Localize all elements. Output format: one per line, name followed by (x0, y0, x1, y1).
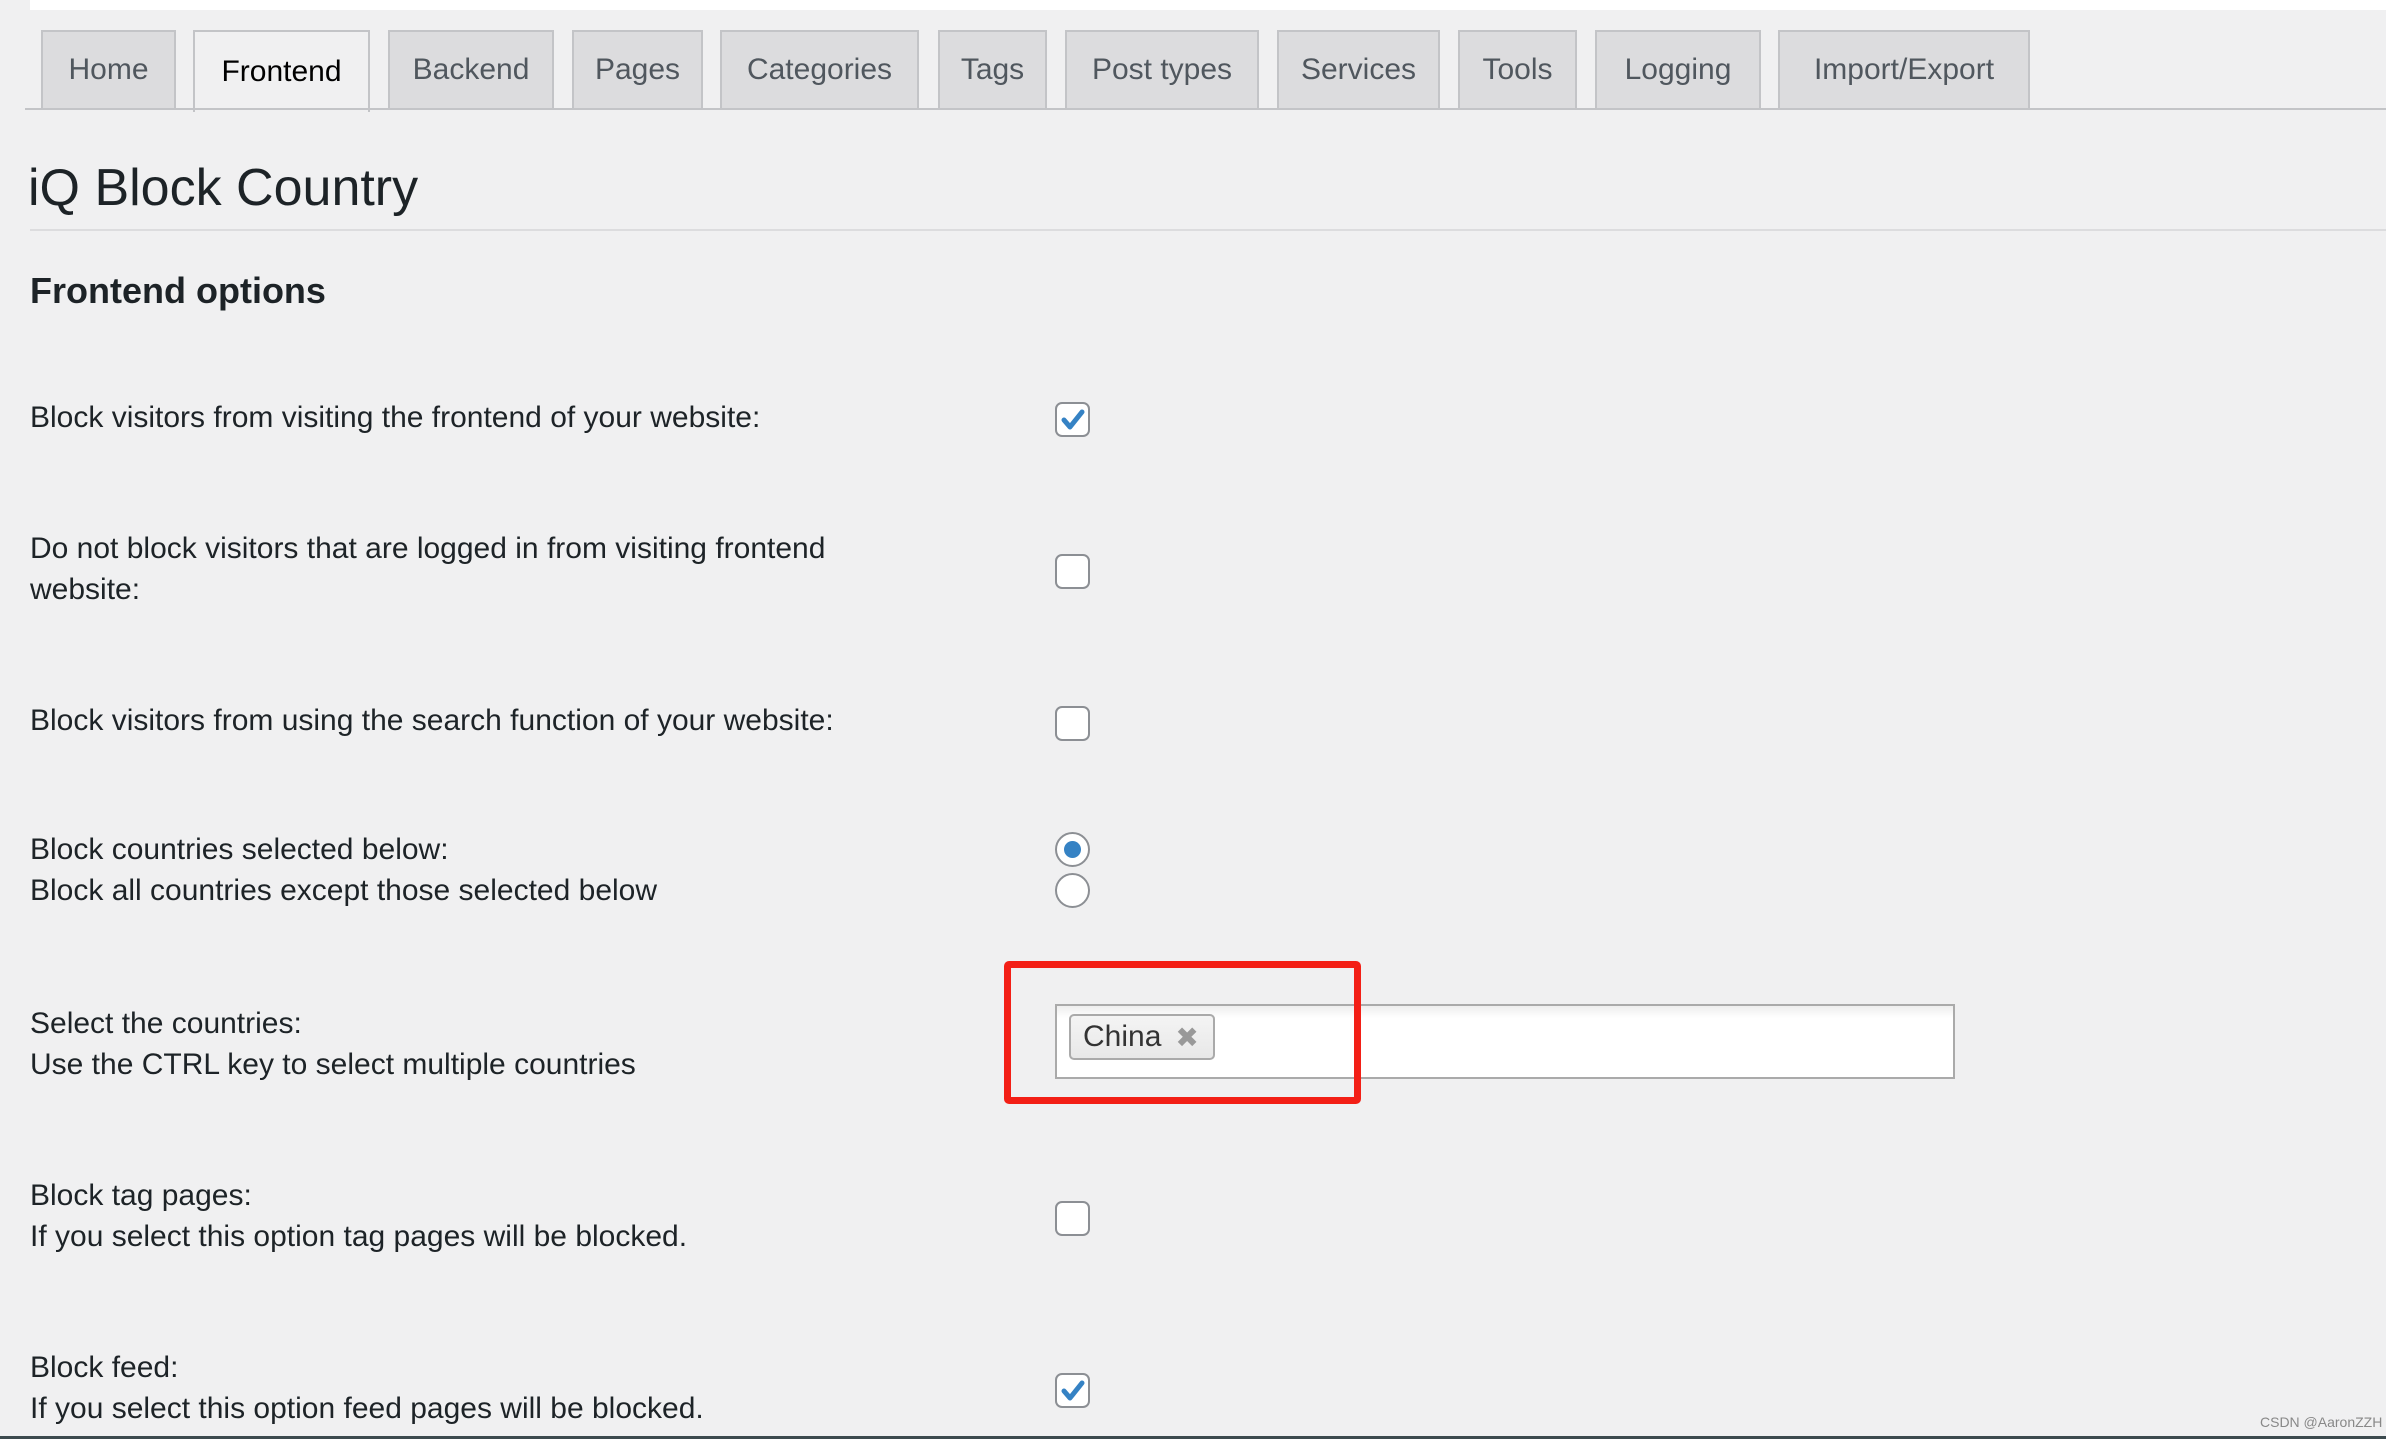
block-search-checkbox[interactable] (1055, 706, 1090, 741)
countries-multiselect[interactable]: China ✖ (1055, 1004, 1955, 1079)
radio-selected-dot (1064, 841, 1081, 858)
country-chip-label: China (1083, 1020, 1162, 1053)
tab-services[interactable]: Services (1277, 30, 1440, 108)
top-bar (30, 0, 2386, 10)
block-feed-label-line2: If you select this option feed pages wil… (30, 1392, 704, 1425)
tab-tags[interactable]: Tags (938, 30, 1047, 108)
block-all-except-label: Block all countries except those selecte… (30, 874, 658, 907)
block-tag-checkbox[interactable] (1055, 1201, 1090, 1236)
countries-label-line2: Use the CTRL key to select multiple coun… (30, 1048, 636, 1081)
block-tag-label-line1: Block tag pages: (30, 1179, 252, 1212)
block-frontend-checkbox[interactable] (1055, 402, 1090, 437)
block-tag-label: Block tag pages: If you select this opti… (30, 1175, 687, 1257)
checkmark-icon (1061, 1380, 1085, 1401)
tab-import-export[interactable]: Import/Export (1778, 30, 2030, 108)
countries-label: Select the countries: Use the CTRL key t… (30, 1003, 636, 1085)
section-title: Frontend options (30, 270, 326, 311)
tab-baseline (25, 108, 2386, 110)
tab-frontend[interactable]: Frontend (193, 30, 370, 112)
title-divider (30, 229, 2386, 231)
block-frontend-label: Block visitors from visiting the fronten… (30, 401, 761, 434)
block-tag-label-line2: If you select this option tag pages will… (30, 1220, 688, 1253)
countries-label-line1: Select the countries: (30, 1007, 302, 1040)
tab-logging[interactable]: Logging (1595, 30, 1761, 108)
checkmark-icon (1061, 409, 1085, 430)
allow-logged-in-label-line2: website: (30, 573, 141, 606)
watermark: CSDN @AaronZZH (2260, 1414, 2383, 1430)
block-search-label: Block visitors from using the search fun… (30, 704, 834, 737)
block-all-except-radio[interactable] (1055, 873, 1090, 908)
tab-post-types[interactable]: Post types (1065, 30, 1259, 108)
block-mode-labels: Block countries selected below: Block al… (30, 829, 657, 911)
tab-pages[interactable]: Pages (572, 30, 703, 108)
tab-categories[interactable]: Categories (720, 30, 919, 108)
tab-home[interactable]: Home (41, 30, 176, 108)
block-feed-checkbox[interactable] (1055, 1373, 1090, 1408)
block-feed-label-line1: Block feed: (30, 1351, 179, 1384)
page-title: iQ Block Country (28, 159, 419, 217)
block-selected-label: Block countries selected below: (30, 833, 449, 866)
block-selected-radio[interactable] (1055, 832, 1090, 867)
country-chip-china: China ✖ (1069, 1014, 1215, 1060)
remove-chip-icon[interactable]: ✖ (1175, 1021, 1198, 1054)
allow-logged-in-label: Do not block visitors that are logged in… (30, 528, 825, 610)
tab-backend[interactable]: Backend (388, 30, 554, 108)
allow-logged-in-label-line1: Do not block visitors that are logged in… (30, 532, 826, 565)
allow-logged-in-checkbox[interactable] (1055, 554, 1090, 589)
tab-tools[interactable]: Tools (1458, 30, 1577, 108)
block-feed-label: Block feed: If you select this option fe… (30, 1347, 704, 1429)
